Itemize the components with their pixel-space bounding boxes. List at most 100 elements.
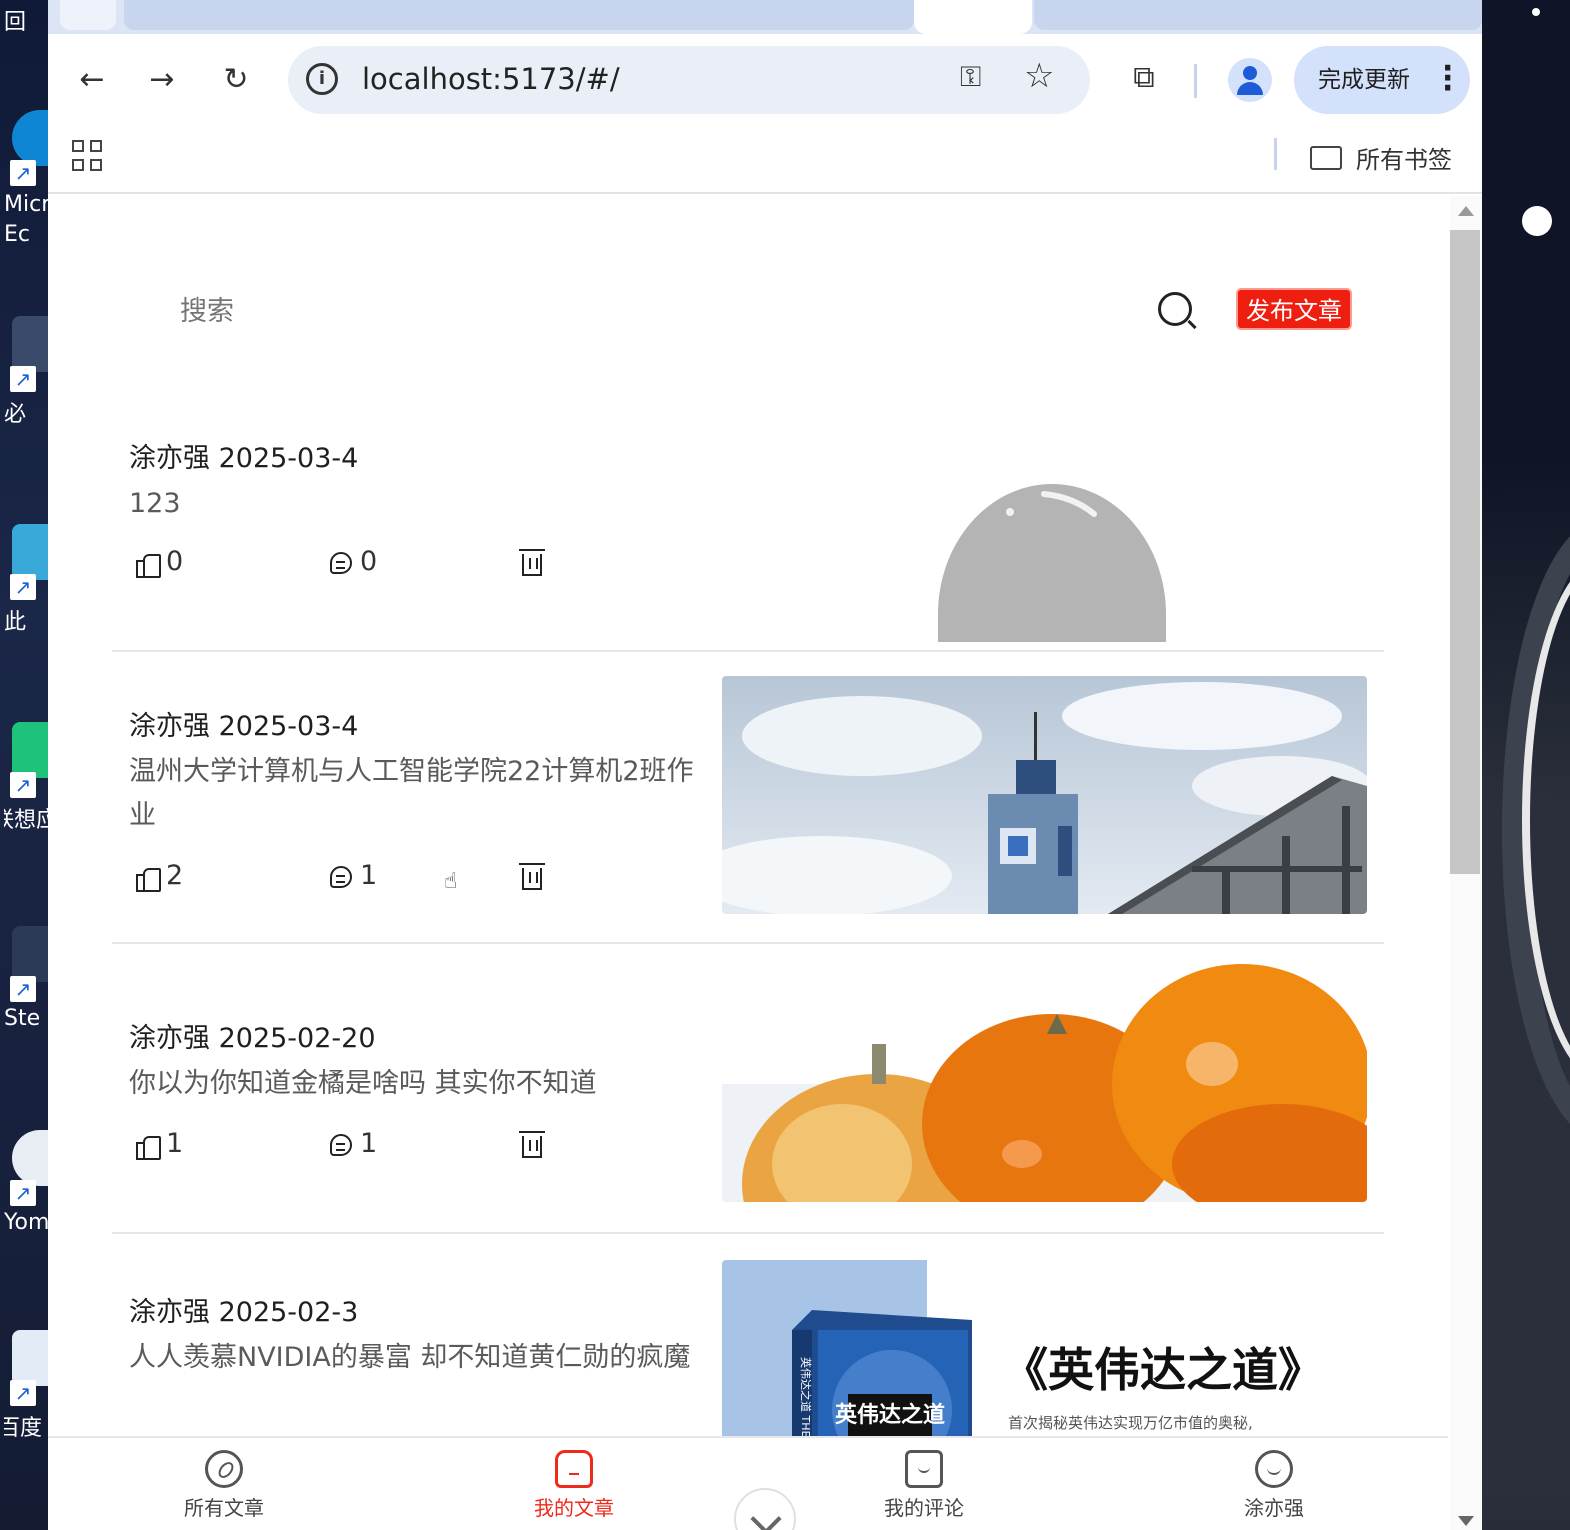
shortcut-arrow-icon: ↗ bbox=[10, 772, 36, 798]
back-icon[interactable]: ← bbox=[70, 58, 114, 102]
tab-strip-right[interactable] bbox=[1034, 0, 1482, 30]
shortcut-arrow-icon: ↗ bbox=[10, 1380, 36, 1406]
shortcut-arrow-icon: ↗ bbox=[10, 1180, 36, 1206]
thumbs-up-icon bbox=[136, 866, 161, 892]
shortcut-arrow-icon: ↗ bbox=[10, 366, 36, 392]
comment-icon bbox=[330, 1133, 352, 1156]
book-title-text: 《英伟达之道》 bbox=[1002, 1343, 1324, 1397]
trash-icon bbox=[519, 862, 545, 890]
article-item[interactable]: 涂亦强 2025-03-4 123 0 0 bbox=[112, 396, 1384, 652]
image-placeholder-icon bbox=[938, 484, 1166, 642]
search-bar: 发布文章 bbox=[48, 256, 1448, 366]
scroll-up-arrow-icon[interactable] bbox=[1458, 206, 1474, 216]
password-key-icon[interactable]: ⚿ bbox=[960, 60, 981, 94]
app-icon bbox=[12, 722, 48, 778]
update-button[interactable]: 完成更新 · · · bbox=[1294, 46, 1470, 114]
article-image-placeholder bbox=[722, 414, 1367, 642]
search-icon[interactable] bbox=[1158, 292, 1192, 326]
thumbs-up-icon bbox=[136, 552, 161, 578]
tab-all-articles[interactable]: 所有文章 bbox=[124, 1450, 324, 1521]
like-button[interactable]: 1 bbox=[136, 1124, 183, 1164]
monitor-icon bbox=[12, 524, 48, 580]
shortcut-arrow-icon: ↗ bbox=[10, 574, 36, 600]
all-bookmarks-button[interactable]: 所有书签 bbox=[1310, 140, 1452, 175]
article-meta: 涂亦强 2025-03-4 bbox=[129, 711, 359, 742]
reload-icon[interactable]: ↻ bbox=[214, 58, 258, 102]
desktop-shortcut-yom[interactable]: ↗ Yom bbox=[4, 1130, 48, 1235]
article-meta: 涂亦强 2025-02-3 bbox=[129, 1297, 359, 1328]
trash-icon bbox=[519, 548, 545, 576]
desktop-shortcut-2[interactable]: ↗ 必 bbox=[4, 316, 48, 428]
shortcut-arrow-icon: ↗ bbox=[10, 160, 36, 186]
tab-profile[interactable]: 涂亦强 bbox=[1174, 1450, 1374, 1521]
desktop-shortcut-this-pc[interactable]: ↗ 此 bbox=[4, 524, 48, 636]
apps-grid-icon[interactable] bbox=[72, 140, 104, 172]
menu-dots-icon[interactable]: · · · bbox=[1442, 54, 1453, 104]
article-image-campus bbox=[722, 676, 1367, 914]
book-cover-text: 英伟达之道 bbox=[835, 1402, 945, 1428]
steam-icon bbox=[12, 926, 48, 982]
article-image-oranges bbox=[722, 964, 1367, 1202]
profile-avatar[interactable] bbox=[1228, 58, 1272, 102]
forward-icon[interactable]: → bbox=[140, 58, 184, 102]
scroll-thumb[interactable] bbox=[1450, 230, 1480, 874]
shortcut-arrow-icon: ↗ bbox=[10, 976, 36, 1002]
tab-my-comments[interactable]: 我的评论 bbox=[824, 1450, 1024, 1521]
url-text[interactable]: localhost:5173/#/ bbox=[362, 62, 620, 96]
publish-article-button[interactable]: 发布文章 bbox=[1236, 288, 1352, 330]
like-button[interactable]: 2 bbox=[136, 856, 183, 896]
page-viewport: 发布文章 涂亦强 2025-03-4 123 0 0 涂亦强 2025-03-4 bbox=[48, 196, 1482, 1530]
delete-button[interactable] bbox=[519, 542, 550, 582]
article-title[interactable]: 温州大学计算机与人工智能学院22计算机2班作业 bbox=[129, 750, 699, 838]
browser-window: ← → ↻ i localhost:5173/#/ ⚿ ☆ ⧉ 完成更新 · · ·… bbox=[48, 0, 1482, 1530]
desktop-shortcut-baidu[interactable]: ↗ 百度 bbox=[4, 1330, 48, 1442]
book-subtitle-text: 首次揭秘英伟达实现万亿市值的奥秘, bbox=[1008, 1414, 1253, 1432]
thumbs-up-icon bbox=[136, 1134, 161, 1160]
baidu-icon bbox=[12, 1330, 48, 1386]
article-title[interactable]: 你以为你知道金橘是啥吗 其实你不知道 bbox=[129, 1062, 699, 1106]
comment-button[interactable]: 0 bbox=[330, 542, 377, 582]
trash-icon bbox=[519, 1130, 545, 1158]
comment-button[interactable]: 1 bbox=[330, 856, 377, 896]
edge-icon bbox=[12, 110, 48, 166]
desktop-shortcut-edge[interactable]: ↗ Micr Ec bbox=[4, 110, 48, 250]
browser-toolbar: ← → ↻ i localhost:5173/#/ ⚿ ☆ ⧉ 完成更新 · · · bbox=[48, 34, 1482, 128]
comment-icon bbox=[330, 865, 352, 888]
tab-my-articles[interactable]: 我的文章 bbox=[474, 1450, 674, 1521]
tab-active[interactable] bbox=[914, 0, 1032, 34]
recycle-bin-icon[interactable]: 回 bbox=[4, 4, 48, 36]
delete-button[interactable] bbox=[519, 1124, 550, 1164]
folder-icon bbox=[1310, 146, 1342, 170]
extensions-icon[interactable]: ⧉ bbox=[1124, 60, 1164, 100]
article-title[interactable]: 人人羡慕NVIDIA的暴富 却不知道黄仁勋的疯魔 bbox=[129, 1336, 699, 1380]
article-stats: 1 1 bbox=[136, 1124, 586, 1164]
article-item[interactable]: 涂亦强 2025-02-20 你以为你知道金橘是啥吗 其实你不知道 1 1 bbox=[112, 944, 1384, 1234]
article-meta: 涂亦强 2025-03-4 bbox=[129, 443, 359, 474]
article-title[interactable]: 123 bbox=[129, 482, 699, 526]
scroll-down-arrow-icon[interactable] bbox=[1458, 1516, 1474, 1526]
like-button[interactable]: 0 bbox=[136, 542, 183, 582]
article-meta: 涂亦强 2025-02-20 bbox=[129, 1023, 376, 1054]
desktop-right-strip bbox=[1482, 0, 1570, 1530]
user-icon bbox=[1255, 1450, 1293, 1488]
article-stats: 0 0 bbox=[136, 542, 586, 582]
compass-icon bbox=[205, 1450, 243, 1488]
desktop-shortcut-lenovo[interactable]: ↗ 联想应 bbox=[4, 722, 48, 834]
desktop-shortcut-steam[interactable]: ↗ Ste bbox=[4, 926, 48, 1031]
delete-button[interactable] bbox=[519, 856, 550, 896]
chat-icon bbox=[905, 1450, 943, 1488]
hand-cursor-icon: ☝ bbox=[444, 869, 458, 894]
tab-search[interactable] bbox=[60, 0, 116, 30]
tab-strip bbox=[48, 0, 1482, 34]
comment-button[interactable]: 1 bbox=[330, 1124, 377, 1164]
app-icon bbox=[12, 316, 48, 372]
article-item[interactable]: 涂亦强 2025-03-4 温州大学计算机与人工智能学院22计算机2班作业 2 … bbox=[112, 652, 1384, 944]
article-stats: 2 1 bbox=[136, 856, 586, 896]
comment-icon bbox=[330, 551, 352, 574]
search-input[interactable] bbox=[160, 282, 1120, 340]
address-bar[interactable]: i localhost:5173/#/ ⚿ ☆ bbox=[288, 46, 1090, 114]
site-info-icon[interactable]: i bbox=[306, 63, 338, 95]
tab-group[interactable] bbox=[124, 0, 914, 30]
home-icon bbox=[555, 1450, 593, 1488]
bookmark-star-icon[interactable]: ☆ bbox=[1024, 56, 1054, 96]
